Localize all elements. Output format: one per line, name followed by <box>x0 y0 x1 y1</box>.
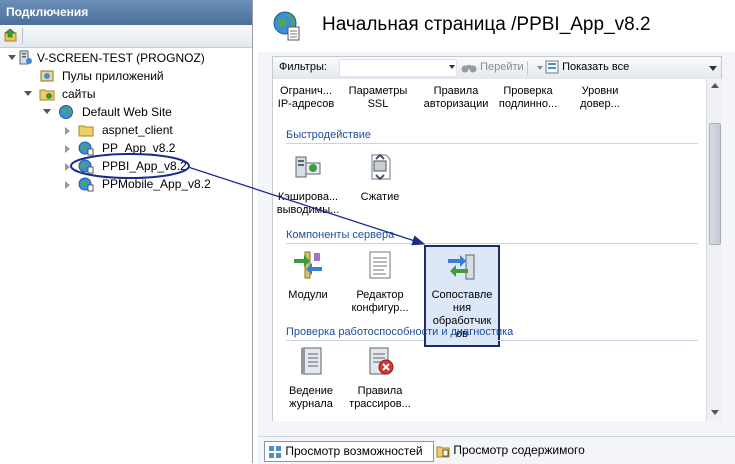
tree-item-label: сайты <box>62 87 96 101</box>
go-label: Перейти <box>480 61 524 73</box>
tree-item-label: PPMobile_App_v8.2 <box>102 177 211 191</box>
filter-dropdown-arrow-icon[interactable] <box>449 65 455 69</box>
filter-bar: Фильтры: Перейти Показать все <box>272 56 722 80</box>
view-tabs: Просмотр возможностей Просмотр содержимо… <box>258 436 735 464</box>
section-title-health-diagnostics: Проверка работоспособности и диагностика <box>286 326 514 338</box>
sites-folder-icon <box>39 89 55 101</box>
content-view-icon <box>436 446 450 458</box>
application-globe-icon <box>78 141 94 156</box>
tree-item-ppbi-app[interactable]: PPBI_App_v8.2 <box>65 157 248 175</box>
vertical-scrollbar[interactable] <box>706 79 722 421</box>
folder-icon <box>78 125 94 137</box>
server-icon <box>19 50 32 65</box>
tab-features-view[interactable]: Просмотр возможностей <box>264 441 434 462</box>
tree-item-default-web-site[interactable]: Default Web Site <box>43 103 248 121</box>
go-dropdown-arrow-icon[interactable] <box>537 66 543 70</box>
binoculars-icon <box>461 65 477 73</box>
features-view-icon <box>269 445 281 458</box>
section-title-performance: Быстродействие <box>286 129 371 141</box>
feature-compression[interactable]: Сжатие <box>345 151 415 204</box>
tree-item-label: PPBI_App_v8.2 <box>102 159 187 173</box>
feature-authentication[interactable]: Проверка подлинно... <box>493 85 563 111</box>
feature-authorization-rules[interactable]: Правила авторизации <box>421 85 491 111</box>
tree-item-sites[interactable]: сайты <box>24 85 248 103</box>
section-title-server-components: Компоненты сервера <box>286 229 395 241</box>
tree-item-app-pools[interactable]: Пулы приложений <box>24 67 248 85</box>
filter-overflow-icon[interactable] <box>709 66 717 71</box>
feature-logging[interactable]: Ведение журнала <box>276 345 346 411</box>
feature-trust-levels[interactable]: Уровни довер... <box>565 85 635 111</box>
show-all-button[interactable]: Показать все <box>545 59 629 76</box>
feature-modules[interactable]: Модули <box>273 249 343 302</box>
application-globe-icon <box>78 159 94 174</box>
section-divider <box>286 340 424 341</box>
application-globe-icon <box>78 177 94 192</box>
globe-icon <box>59 105 73 119</box>
tab-label: Просмотр возможностей <box>285 444 423 458</box>
connections-toolbar <box>0 25 252 48</box>
tree-item-label: Пулы приложений <box>62 69 164 83</box>
tab-content-view[interactable]: Просмотр содержимого <box>436 441 616 460</box>
section-divider <box>286 143 698 144</box>
filter-label: Фильтры: <box>279 61 327 73</box>
tree-item-ppmobile-app[interactable]: PPMobile_App_v8.2 <box>65 175 248 193</box>
modules-icon <box>294 251 322 279</box>
feature-configuration-editor[interactable]: Редактор конфигур... <box>345 249 415 315</box>
tracing-rules-icon <box>369 347 394 375</box>
tree-item-aspnet-client[interactable]: aspnet_client <box>65 121 248 139</box>
section-divider <box>497 340 698 341</box>
app-pools-icon <box>40 70 54 82</box>
connect-icon[interactable] <box>4 28 19 43</box>
scroll-up-icon[interactable] <box>711 83 719 88</box>
scroll-thumb[interactable] <box>709 123 721 245</box>
tree-item-pp-app[interactable]: PP_App_v8.2 <box>65 139 248 157</box>
section-divider <box>286 243 698 244</box>
tab-label: Просмотр содержимого <box>453 443 585 457</box>
logging-icon <box>301 347 322 375</box>
site-globe-icon <box>273 11 300 41</box>
show-all-icon <box>545 60 559 74</box>
feature-ssl-settings[interactable]: Параметры SSL <box>343 85 413 111</box>
feature-output-caching[interactable]: Кэширова... выводимы... <box>273 151 343 217</box>
tree-item-label: aspnet_client <box>102 123 173 137</box>
page-header: Начальная страница /PPBI_App_v8.2 <box>258 0 735 52</box>
output-caching-icon <box>295 156 321 178</box>
configuration-editor-icon <box>369 251 391 279</box>
connections-header: Подключения <box>0 0 252 25</box>
show-all-label: Показать все <box>562 61 630 73</box>
feature-failed-request-tracing[interactable]: Правила трассиров... <box>345 345 415 411</box>
page-title: Начальная страница /PPBI_App_v8.2 <box>322 14 651 35</box>
tree-item-label: V-SCREEN-TEST (PROGNOZ) <box>37 51 205 65</box>
features-view: Огранич... IP-адресов Параметры SSL Прав… <box>272 79 707 421</box>
compression-icon <box>371 153 391 181</box>
tree-item-label: Default Web Site <box>82 105 172 119</box>
handler-mappings-icon <box>448 254 475 280</box>
tree-item-label: PP_App_v8.2 <box>102 141 176 155</box>
filter-input[interactable] <box>339 59 457 77</box>
scroll-down-icon[interactable] <box>711 410 719 415</box>
tree-item-server[interactable]: V-SCREEN-TEST (PROGNOZ) <box>8 49 248 67</box>
go-button[interactable]: Перейти <box>461 59 524 76</box>
feature-ip-restrictions[interactable]: Огранич... IP-адресов <box>271 85 341 111</box>
